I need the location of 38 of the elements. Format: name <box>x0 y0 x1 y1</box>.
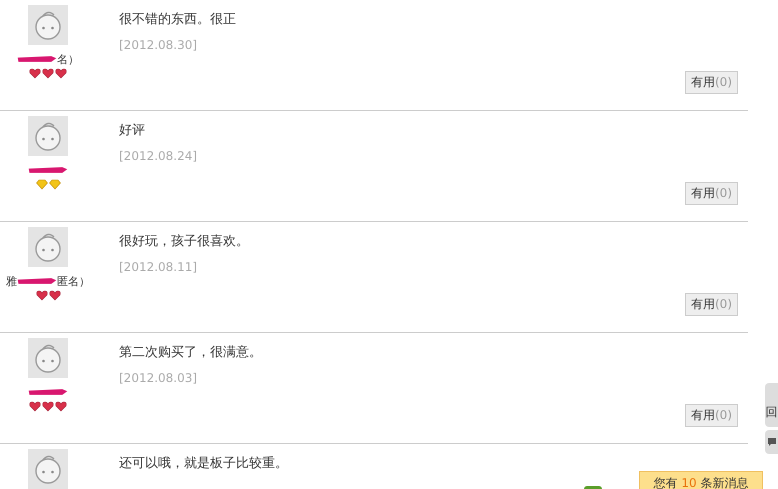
diamond-icon <box>48 179 60 190</box>
useful-button[interactable]: 有用(0) <box>685 182 738 205</box>
heart-icon <box>55 401 67 412</box>
avatar-icon <box>28 338 68 378</box>
useful-button[interactable]: 有用(0) <box>685 404 738 427</box>
heart-icon <box>36 290 48 301</box>
review-text: 好评 <box>119 122 146 139</box>
chat-tab[interactable] <box>765 430 778 454</box>
review-text: 还可以哦，就是板子比较重。 <box>119 455 289 472</box>
useful-button[interactable]: 有用(0) <box>685 293 738 316</box>
heart-icon <box>29 68 41 79</box>
review-date: [2012.08.24] <box>119 149 198 163</box>
heart-icon <box>42 68 54 79</box>
message-notice[interactable]: 您有 10 条新消息 <box>639 471 763 489</box>
review-text: 第二次购买了，很满意。 <box>119 344 263 361</box>
heart-icon <box>29 401 41 412</box>
review-text: 很好玩，孩子很喜欢。 <box>119 233 250 250</box>
user-name: 匿名） <box>57 274 90 288</box>
review-date: [2012.08.11] <box>119 260 198 274</box>
useful-button[interactable]: 有用(0) <box>685 71 738 94</box>
chat-icon <box>766 437 776 447</box>
avatar-icon <box>28 5 68 45</box>
review-text: 很不错的东西。很正 <box>119 11 237 28</box>
side-tab[interactable]: 回 <box>765 383 778 427</box>
redaction-mark <box>28 164 68 176</box>
user-name: 雅 <box>6 274 17 288</box>
diamond-icon <box>36 179 48 190</box>
redaction-mark <box>17 275 57 287</box>
review-date: [2012.08.30] <box>119 38 198 52</box>
heart-icon <box>55 68 67 79</box>
avatar-icon <box>28 227 68 267</box>
user-name: 名） <box>57 52 79 66</box>
redaction-mark <box>28 386 68 398</box>
avatar-icon <box>28 116 68 156</box>
review-date: [2012.08.03] <box>119 371 198 385</box>
heart-icon <box>48 290 60 301</box>
heart-icon <box>42 401 54 412</box>
redaction-mark <box>17 53 57 65</box>
